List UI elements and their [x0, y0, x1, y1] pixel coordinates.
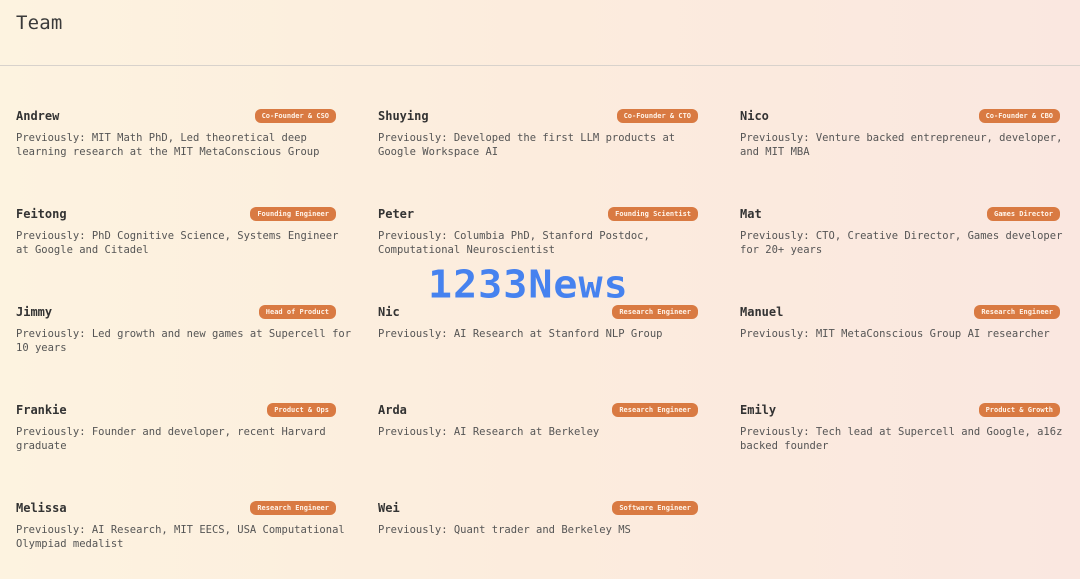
member-name: Nic	[378, 305, 400, 319]
member-name: Feitong	[16, 207, 67, 221]
member-bio: Previously: Led growth and new games at …	[16, 328, 352, 354]
role-badge: Software Engineer	[612, 501, 698, 515]
role-badge: Research Engineer	[974, 305, 1060, 319]
team-member-card: Nico Co-Founder & CBO Previously: Venture…	[740, 105, 1062, 203]
member-name: Peter	[378, 207, 415, 221]
member-name: Nico	[740, 109, 769, 123]
role-badge: Games Director	[986, 207, 1060, 221]
role-badge: Head of Product	[258, 305, 336, 319]
member-bio: Previously: MIT MetaConscious Group AI r…	[740, 328, 1050, 340]
team-member-card: Arda Research Engineer Previously: AI Res…	[378, 399, 698, 497]
member-bio: Previously: AI Research, MIT EECS, USA C…	[16, 524, 345, 550]
role-badge: Product & Ops	[267, 403, 336, 417]
role-badge: Founding Scientist	[608, 207, 698, 221]
member-name: Arda	[378, 403, 407, 417]
team-member-card: Emily Product & Growth Previously: Tech l…	[740, 399, 1062, 497]
page-header: Team	[0, 0, 1080, 66]
team-member-card: Jimmy Head of Product Previously: Led gro…	[16, 301, 351, 399]
member-name: Shuying	[378, 109, 429, 123]
member-bio: Previously: Venture backed entrepreneur,…	[740, 132, 1063, 158]
role-badge: Co-Founder & CSO	[254, 109, 336, 123]
role-badge: Research Engineer	[612, 305, 698, 319]
member-bio: Previously: Quant trader and Berkeley MS	[378, 524, 631, 536]
member-bio: Previously: CTO, Creative Director, Game…	[740, 230, 1063, 256]
member-bio: Previously: Founder and developer, recen…	[16, 426, 326, 452]
member-bio: Previously: Developed the first LLM prod…	[378, 132, 676, 158]
member-bio: Previously: Columbia PhD, Stanford Postd…	[378, 230, 650, 256]
role-badge: Founding Engineer	[250, 207, 336, 221]
role-badge: Research Engineer	[250, 501, 336, 515]
team-grid: Andrew Co-Founder & CSO Previously: MIT M…	[16, 105, 1066, 579]
team-member-card: Wei Software Engineer Previously: Quant t…	[378, 497, 698, 579]
role-badge: Co-Founder & CTO	[616, 109, 698, 123]
member-bio: Previously: AI Research at Stanford NLP …	[378, 328, 663, 340]
member-bio: Previously: PhD Cognitive Science, Syste…	[16, 230, 339, 256]
member-name: Emily	[740, 403, 777, 417]
member-name: Frankie	[16, 403, 67, 417]
member-bio: Previously: AI Research at Berkeley	[378, 426, 600, 438]
team-member-card: Feitong Founding Engineer Previously: PhD…	[16, 203, 338, 301]
team-member-card: Shuying Co-Founder & CTO Previously: Deve…	[378, 105, 698, 203]
member-name: Andrew	[16, 109, 60, 123]
team-member-card: Manuel Research Engineer Previously: MIT …	[740, 301, 1060, 399]
member-bio: Previously: Tech lead at Supercell and G…	[740, 426, 1063, 452]
team-member-card: Frankie Product & Ops Previously: Founder…	[16, 399, 336, 497]
role-badge: Research Engineer	[612, 403, 698, 417]
team-member-card: Nic Research Engineer Previously: AI Rese…	[378, 301, 698, 399]
member-name: Wei	[378, 501, 400, 515]
page-title: Team	[16, 12, 63, 34]
watermark-logo: 1233News	[428, 263, 629, 307]
member-name: Jimmy	[16, 305, 53, 319]
member-name: Mat	[740, 207, 762, 221]
team-member-card: Mat Games Director Previously: CTO, Creat…	[740, 203, 1062, 301]
member-name: Manuel	[740, 305, 784, 319]
team-member-card: Andrew Co-Founder & CSO Previously: MIT M…	[16, 105, 336, 203]
role-badge: Product & Growth	[978, 403, 1060, 417]
team-member-card: Melissa Research Engineer Previously: AI …	[16, 497, 345, 579]
member-bio: Previously: MIT Math PhD, Led theoretica…	[16, 132, 320, 158]
member-name: Melissa	[16, 501, 67, 515]
role-badge: Co-Founder & CBO	[978, 109, 1060, 123]
